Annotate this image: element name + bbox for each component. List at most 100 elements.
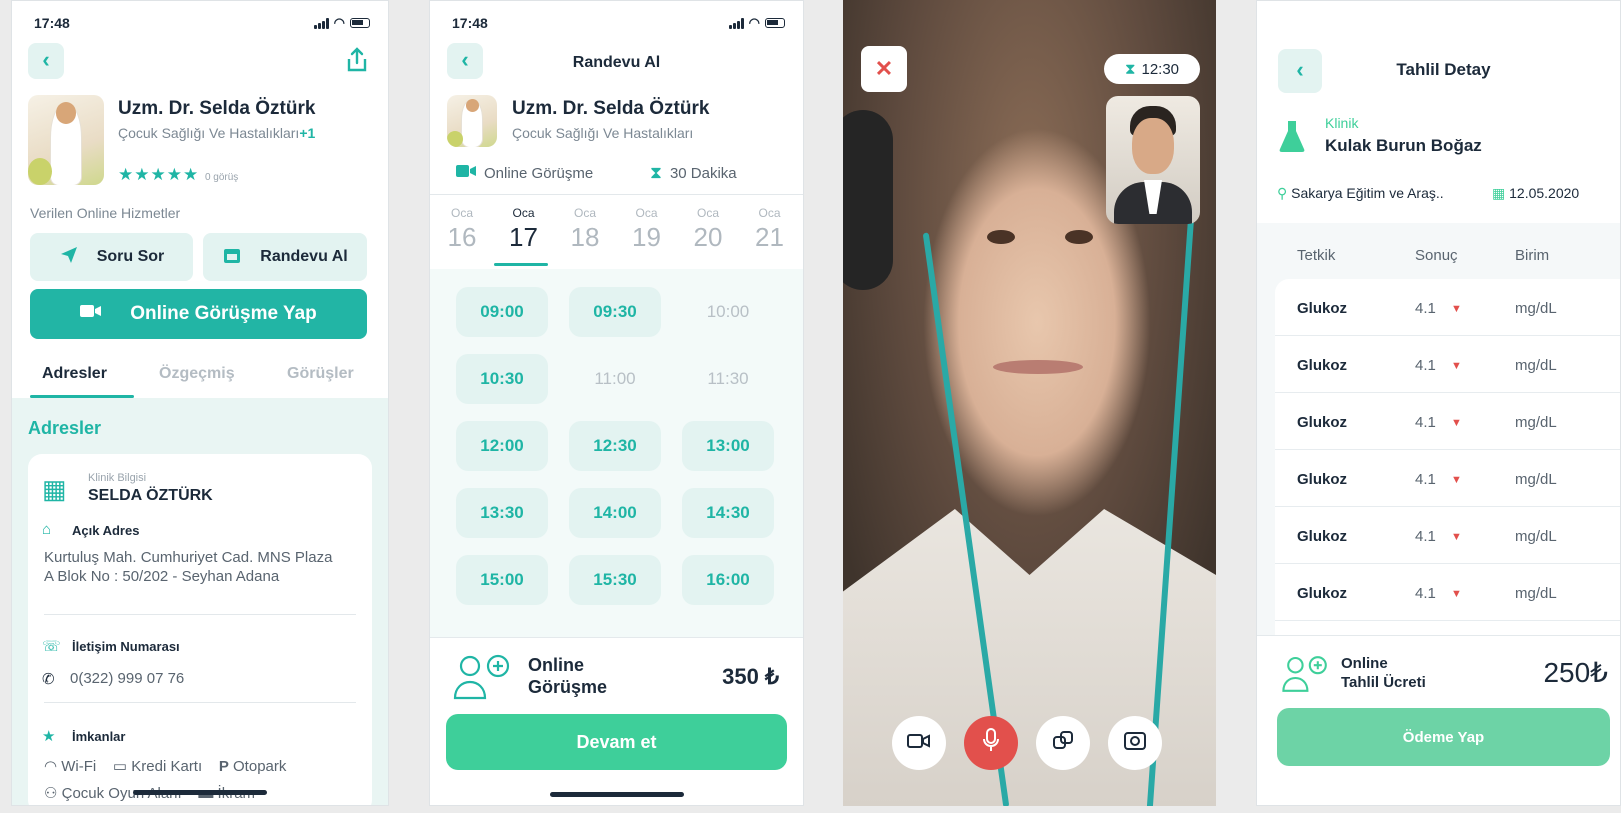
test-unit: mg/dL: [1515, 357, 1557, 374]
specialty-more[interactable]: +1: [299, 125, 315, 141]
timer-value: 12:30: [1141, 60, 1180, 78]
online-meeting-button[interactable]: Online Görüşme Yap: [30, 289, 367, 339]
doctor-specialty: Çocuk Sağlığı Ve Hastalıkları+1: [118, 125, 316, 141]
divider: [44, 702, 356, 703]
battery-icon: [765, 18, 785, 28]
meeting-type-label: Online Görüşme: [484, 164, 594, 182]
facilities-label: İmkanlar: [72, 729, 126, 744]
flip-camera-icon: [1123, 729, 1147, 757]
wifi-icon: ◠: [748, 15, 760, 30]
test-unit: mg/dL: [1515, 585, 1557, 602]
status-icons: ◠: [728, 15, 785, 31]
doctor-profile-screen: 17:48 ◠ ‹ Uzm. Dr. Selda Öztürk Çocuk Sa…: [11, 0, 389, 806]
video-camera-icon: [456, 164, 476, 182]
fee-label: Online Tahlil Ücreti: [1341, 654, 1426, 692]
fee-line-1: Online: [1341, 655, 1388, 672]
date-month: Oca: [635, 206, 658, 220]
time-slot[interactable]: 13:00: [682, 421, 774, 471]
time-slot-unavailable: 10:00: [706, 302, 750, 321]
phone-label: İletişim Numarası: [72, 639, 180, 654]
microphone-button[interactable]: [964, 716, 1018, 770]
home-indicator: [549, 792, 684, 797]
time-slot[interactable]: 12:00: [456, 421, 548, 471]
time-slot[interactable]: 14:30: [682, 488, 774, 538]
microphone-icon: [982, 728, 1000, 758]
online-meeting-label: Online Görüşme Yap: [130, 303, 317, 324]
ask-question-button[interactable]: Soru Sor: [30, 233, 193, 281]
date-option[interactable]: Oca 16: [442, 206, 482, 253]
result-date-value: 12.05.2020: [1509, 185, 1580, 201]
switch-window-button[interactable]: [1036, 716, 1090, 770]
time-slot[interactable]: 13:30: [456, 488, 548, 538]
table-row[interactable]: Glukoz 4.1 ▼ mg/dL: [1275, 450, 1620, 507]
time-slot[interactable]: 09:30: [569, 287, 661, 337]
hourglass-icon: ⧗: [1124, 60, 1136, 78]
date-option[interactable]: Oca 18: [565, 206, 605, 253]
pay-button[interactable]: Ödeme Yap: [1277, 708, 1610, 766]
status-bar: 17:48 ◠: [34, 13, 370, 33]
wifi-icon: ◠: [44, 758, 58, 775]
summary-line-1: Online: [528, 655, 585, 675]
test-result: 4.1: [1415, 300, 1436, 317]
date-option[interactable]: Oca 20: [688, 206, 728, 253]
pip-face: [1132, 118, 1174, 174]
tab-reviews[interactable]: Görüşler: [287, 365, 354, 383]
test-name: Glukoz: [1297, 357, 1348, 374]
phone-number[interactable]: 0(322) 999 07 76: [70, 669, 184, 688]
close-call-button[interactable]: ✕: [861, 46, 907, 92]
date-option[interactable]: Oca 19: [627, 206, 667, 253]
credit-card-icon: ▭: [112, 758, 128, 775]
video-camera-icon: [907, 732, 931, 755]
time-slot[interactable]: 16:00: [682, 555, 774, 605]
status-bar: 17:48 ◠: [452, 13, 785, 33]
camera-toggle-button[interactable]: [892, 716, 946, 770]
home-icon: ⌂: [42, 521, 52, 538]
time-slot[interactable]: 15:30: [569, 555, 661, 605]
summary-label: Online Görüşme: [528, 654, 607, 698]
date-option[interactable]: Oca 17: [504, 206, 544, 253]
test-name: Glukoz: [1297, 300, 1348, 317]
date-picker: Oca 16 Oca 17 Oca 18 Oca 19 Oca 20 Oca 21: [430, 206, 803, 266]
date-month: Oca: [573, 206, 596, 220]
test-unit: mg/dL: [1515, 414, 1557, 431]
doctor-name: Uzm. Dr. Selda Öztürk: [512, 98, 710, 119]
hospital-name: Sakarya Eğitim ve Araş..: [1291, 185, 1444, 201]
column-header-result: Sonuç: [1415, 247, 1458, 264]
call-timer: ⧗ 12:30: [1104, 54, 1200, 84]
back-button[interactable]: ‹: [28, 43, 64, 79]
test-name: Glukoz: [1297, 585, 1348, 602]
share-icon[interactable]: [342, 45, 372, 75]
date-month: Oca: [696, 206, 719, 220]
continue-button[interactable]: Devam et: [446, 714, 787, 770]
arrow-down-icon: ▼: [1451, 417, 1462, 429]
time-slot[interactable]: 09:00: [456, 287, 548, 337]
tab-resume[interactable]: Özgeçmiş: [159, 365, 235, 383]
self-video-preview[interactable]: [1106, 96, 1200, 224]
time-slot[interactable]: 15:00: [456, 555, 548, 605]
star-icon: ★: [42, 728, 56, 745]
appointment-button[interactable]: Randevu Al: [203, 233, 367, 281]
time-slot[interactable]: 10:30: [456, 354, 548, 404]
building-icon: ▦: [42, 474, 67, 504]
time-slot[interactable]: 14:00: [569, 488, 661, 538]
summary-line-2: Görüşme: [528, 677, 608, 697]
table-row[interactable]: Glukoz 4.1 ▼ mg/dL: [1275, 336, 1620, 393]
send-icon: [59, 245, 79, 270]
table-row[interactable]: Glukoz 4.1 ▼ mg/dL: [1275, 564, 1620, 621]
facility-parking: Otopark: [233, 758, 287, 775]
time-slot[interactable]: 12:30: [569, 421, 661, 471]
table-row[interactable]: Glukoz 4.1 ▼ mg/dL: [1275, 279, 1620, 336]
clinic-label: Klinik: [1325, 115, 1359, 131]
date-day: 21: [755, 222, 784, 252]
status-time: 17:48: [452, 15, 488, 31]
date-option[interactable]: Oca 21: [750, 206, 790, 253]
signal-icon: [728, 17, 744, 29]
table-row[interactable]: Glukoz 4.1 ▼ mg/dL: [1275, 507, 1620, 564]
video-call-screen: ✕ ⧗ 12:30: [843, 0, 1216, 806]
doctor-name: Uzm. Dr. Selda Öztürk: [118, 98, 316, 119]
tab-addresses[interactable]: Adresler: [42, 365, 107, 383]
parking-icon: P: [218, 758, 229, 775]
table-row[interactable]: Glukoz 4.1 ▼ mg/dL: [1275, 393, 1620, 450]
flip-camera-button[interactable]: [1108, 716, 1162, 770]
address-text: Kurtuluş Mah. Cumhuriyet Cad. MNS Plaza …: [44, 549, 333, 585]
